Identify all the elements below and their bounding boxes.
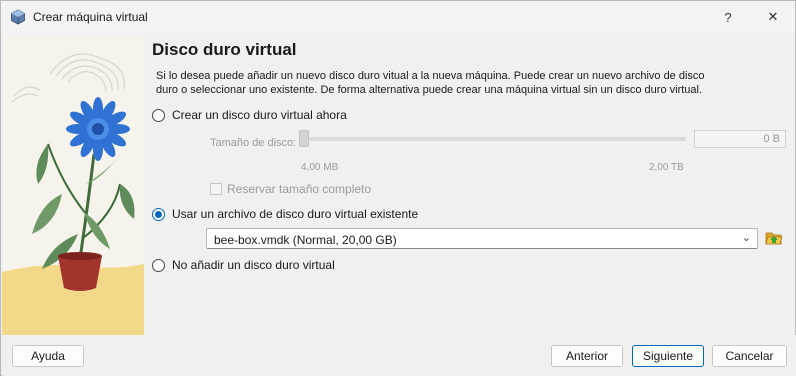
reserve-checkbox-label: Reservar tamaño completo [227,182,372,196]
radio-use-existing-label: Usar un archivo de disco duro virtual ex… [172,207,419,221]
disk-size-label: Tamaño de disco: [210,137,297,149]
page-title: Disco duro virtual [152,40,297,59]
title-bar: Crear máquina virtual ? ✕ [1,1,795,33]
disk-size-slider-track [302,137,686,141]
back-button[interactable]: Anterior [551,345,623,367]
radio-create-new-indicator[interactable] [152,108,165,122]
radio-create-new-label: Crear un disco duro virtual ahora [172,108,347,122]
radio-use-existing-indicator[interactable] [152,207,165,221]
help-icon[interactable]: ? [706,1,750,33]
page-description: Si lo desea puede añadir un nuevo disco … [156,70,705,96]
radio-no-disk[interactable]: No añadir un disco duro virtual [152,258,335,272]
dialog-window: Crear máquina virtual ? ✕ Disco duro vir… [0,0,796,376]
flower-pot-illustration [2,34,144,335]
wizard-illustration [2,34,144,335]
existing-disk-select[interactable]: bee-box.vmdk (Normal, 20,00 GB) ⌄ [206,228,758,249]
cancel-button[interactable]: Cancelar [712,345,787,367]
wizard-content: Disco duro virtual Si lo desea puede aña… [144,34,795,335]
virtualbox-icon [11,9,25,25]
window-title: Crear máquina virtual [33,10,148,24]
reserve-full-size-checkbox[interactable]: Reservar tamaño completo [210,182,371,196]
reserve-checkbox-box[interactable] [210,183,222,195]
disk-size-slider-handle[interactable] [299,130,309,147]
radio-no-disk-label: No añadir un disco duro virtual [172,258,335,272]
folder-open-icon[interactable] [765,229,783,247]
help-button[interactable]: Ayuda [12,345,84,367]
disk-size-field[interactable]: 0 B [694,130,786,148]
button-bar: Ayuda Anterior Siguiente Cancelar [2,335,796,376]
existing-disk-value: bee-box.vmdk (Normal, 20,00 GB) [214,233,397,247]
close-icon[interactable]: ✕ [751,1,795,33]
radio-use-existing-disk[interactable]: Usar un archivo de disco duro virtual ex… [152,207,418,221]
radio-create-new-disk[interactable]: Crear un disco duro virtual ahora [152,108,347,122]
chevron-down-icon[interactable]: ⌄ [742,231,751,244]
next-button[interactable]: Siguiente [632,345,704,367]
disk-size-min-label: 4,00 MB [301,162,339,173]
disk-size-max-label: 2,00 TB [649,162,684,173]
radio-no-disk-indicator[interactable] [152,258,165,272]
